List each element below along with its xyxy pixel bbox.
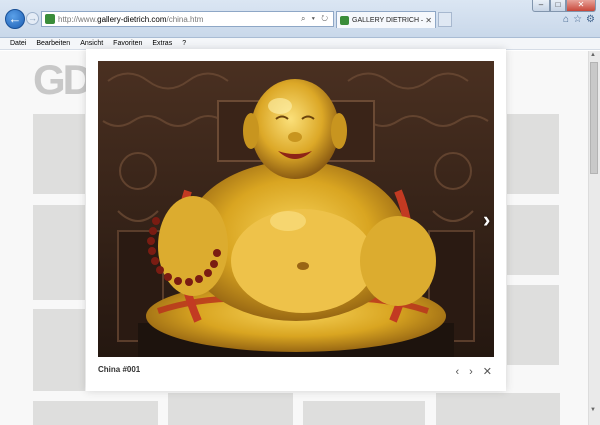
maximize-icon[interactable]: □ xyxy=(550,0,566,12)
gallery-thumbnail[interactable] xyxy=(303,401,425,425)
gallery-thumbnail[interactable] xyxy=(33,309,85,391)
previous-chevron-icon[interactable]: ‹ xyxy=(455,367,459,378)
gallery-logo: GD xyxy=(33,56,93,103)
address-bar[interactable]: http://www.gallery-dietrich.com/china.ht… xyxy=(41,11,334,27)
next-image-chevron-icon[interactable]: › xyxy=(483,209,494,231)
scroll-down-arrow-icon[interactable]: ▼ xyxy=(590,407,596,413)
back-arrow-icon[interactable]: ← xyxy=(5,9,25,29)
browser-chrome: ← → http://www.gallery-dietrich.com/chin… xyxy=(0,0,600,38)
buddha-statue-image xyxy=(98,61,494,357)
home-icon[interactable]: ⌂ xyxy=(563,15,569,25)
favorites-star-icon[interactable]: ☆ xyxy=(573,15,582,25)
menu-ansicht[interactable]: Ansicht xyxy=(80,40,103,47)
gallery-photo[interactable]: › xyxy=(98,61,494,357)
site-favicon-icon xyxy=(45,14,55,24)
forward-arrow-icon[interactable]: → xyxy=(26,12,39,25)
scrollbar-thumb[interactable] xyxy=(590,62,598,174)
gallery-thumbnail[interactable] xyxy=(507,285,559,365)
tab-gallery[interactable]: GALLERY DIETRICH — REIS... ✕ xyxy=(336,11,436,28)
menu-help[interactable]: ? xyxy=(182,40,186,47)
next-chevron-icon[interactable]: › xyxy=(469,367,473,378)
settings-gear-icon[interactable]: ⚙ xyxy=(586,15,595,25)
url-prefix: http://www. xyxy=(58,14,98,24)
tab-close-icon[interactable]: ✕ xyxy=(425,16,432,25)
url-domain: gallery-dietrich.com xyxy=(97,14,167,24)
window-close-icon[interactable]: ✕ xyxy=(566,0,596,12)
close-lightbox-icon[interactable]: ✕ xyxy=(483,367,492,378)
gallery-thumbnail[interactable] xyxy=(507,205,559,275)
menu-bearbeiten[interactable]: Bearbeiten xyxy=(36,40,70,47)
tab-title: GALLERY DIETRICH — REIS... xyxy=(352,16,423,24)
menu-datei[interactable]: Datei xyxy=(10,40,26,47)
menu-extras[interactable]: Extras xyxy=(152,40,172,47)
photo-caption: China #001 xyxy=(98,365,141,374)
lightbox-controls: ‹ › ✕ xyxy=(455,367,492,378)
gallery-thumbnail[interactable] xyxy=(33,205,85,300)
gallery-thumbnail[interactable] xyxy=(436,393,560,425)
gallery-thumbnail[interactable] xyxy=(33,401,158,425)
scroll-up-arrow-icon[interactable]: ▲ xyxy=(590,52,596,58)
gallery-thumbnail[interactable] xyxy=(507,114,559,194)
address-tools-icon[interactable]: ⌕ ▾ ↻ xyxy=(301,14,333,24)
window-controls: – □ ✕ xyxy=(532,0,596,12)
url-path: /china.htm xyxy=(166,14,204,24)
minimize-icon[interactable]: – xyxy=(532,0,550,12)
gallery-thumbnail[interactable] xyxy=(168,393,293,425)
lightbox: › China #001 ‹ › ✕ xyxy=(86,49,506,391)
toolbar-icons: ⌂ ☆ ⚙ xyxy=(563,15,595,25)
new-tab-button[interactable] xyxy=(438,12,452,27)
menu-favoriten[interactable]: Favoriten xyxy=(113,40,142,47)
gallery-thumbnail[interactable] xyxy=(33,114,85,194)
tab-favicon-icon xyxy=(340,15,349,25)
url-text[interactable]: http://www.gallery-dietrich.com/china.ht… xyxy=(58,15,301,24)
